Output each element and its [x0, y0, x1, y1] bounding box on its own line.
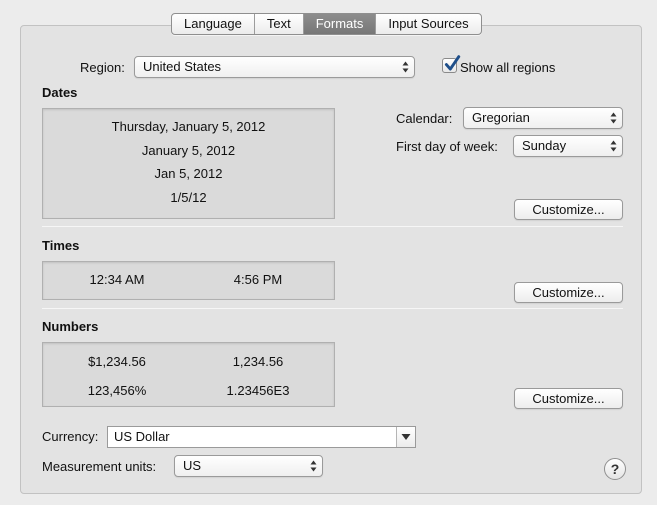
calendar-label: Calendar:	[396, 111, 453, 126]
currency-value: US Dollar	[114, 429, 170, 444]
date-sample-full: Thursday, January 5, 2012	[111, 119, 266, 134]
numbers-sample-well: $1,234.56 1,234.56 123,456% 1.23456E3	[42, 342, 335, 407]
popup-arrows-icon	[610, 112, 617, 124]
number-sample-percent: 123,456%	[87, 383, 147, 398]
region-label: Region:	[80, 60, 125, 75]
times-customize-button[interactable]: Customize...	[514, 282, 623, 303]
first-day-popup[interactable]: Sunday	[513, 135, 623, 157]
first-day-label: First day of week:	[396, 139, 498, 154]
time-sample-short: 12:34 AM	[89, 272, 145, 287]
tab-input-sources[interactable]: Input Sources	[376, 14, 480, 34]
date-sample-long: January 5, 2012	[141, 143, 236, 158]
region-popup[interactable]: United States	[134, 56, 415, 78]
dates-title: Dates	[42, 85, 78, 100]
time-sample-long: 4:56 PM	[233, 272, 283, 287]
tab-text[interactable]: Text	[255, 14, 304, 34]
calendar-value: Gregorian	[472, 110, 530, 125]
dates-sample-well: Thursday, January 5, 2012 January 5, 201…	[42, 108, 335, 219]
tab-language[interactable]: Language	[172, 14, 255, 34]
first-day-value: Sunday	[522, 138, 567, 153]
tab-formats[interactable]: Formats	[303, 14, 377, 34]
chevron-down-icon	[401, 434, 411, 440]
popup-arrows-icon	[402, 61, 409, 73]
date-sample-medium: Jan 5, 2012	[154, 166, 223, 181]
date-sample-short: 1/5/12	[170, 190, 207, 205]
show-all-regions-label[interactable]: Show all regions	[460, 60, 555, 76]
dates-customize-button[interactable]: Customize...	[514, 199, 623, 220]
times-sample-well: 12:34 AM 4:56 PM	[42, 261, 335, 300]
dates-separator	[42, 226, 623, 227]
measurement-popup[interactable]: US	[174, 455, 323, 477]
number-sample-currency: $1,234.56	[88, 354, 146, 369]
formats-panel	[20, 25, 642, 494]
help-button[interactable]: ?	[604, 458, 626, 480]
region-value: United States	[143, 59, 222, 74]
popup-arrows-icon	[310, 460, 317, 472]
number-sample-scientific: 1.23456E3	[226, 383, 290, 398]
times-title: Times	[42, 238, 80, 253]
show-all-regions-checkbox[interactable]	[442, 55, 461, 73]
preferences-tabs: Language Text Formats Input Sources	[171, 13, 482, 35]
help-icon: ?	[610, 461, 620, 477]
measurement-value: US	[183, 458, 202, 473]
checkmark-icon	[444, 55, 461, 71]
numbers-customize-button[interactable]: Customize...	[514, 388, 623, 409]
numbers-title: Numbers	[42, 319, 99, 334]
currency-combo[interactable]: US Dollar	[107, 426, 416, 448]
calendar-popup[interactable]: Gregorian	[463, 107, 623, 129]
number-sample-decimal: 1,234.56	[232, 354, 284, 369]
currency-dropdown-button[interactable]	[396, 427, 415, 447]
measurement-label: Measurement units:	[42, 459, 157, 474]
times-separator	[42, 308, 623, 309]
popup-arrows-icon	[610, 140, 617, 152]
currency-label: Currency:	[42, 429, 99, 444]
